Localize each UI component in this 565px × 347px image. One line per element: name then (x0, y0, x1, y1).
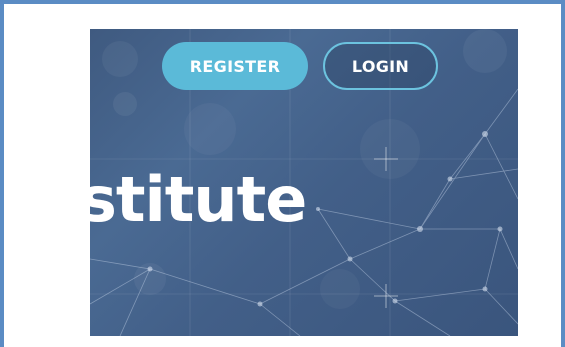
login-button[interactable]: LOGIN (323, 42, 438, 90)
hero-title: stitute (90, 163, 307, 236)
screenshot-frame: REGISTER LOGIN stitute (0, 0, 565, 347)
register-button[interactable]: REGISTER (162, 42, 308, 90)
hero-banner: REGISTER LOGIN stitute (90, 29, 518, 336)
